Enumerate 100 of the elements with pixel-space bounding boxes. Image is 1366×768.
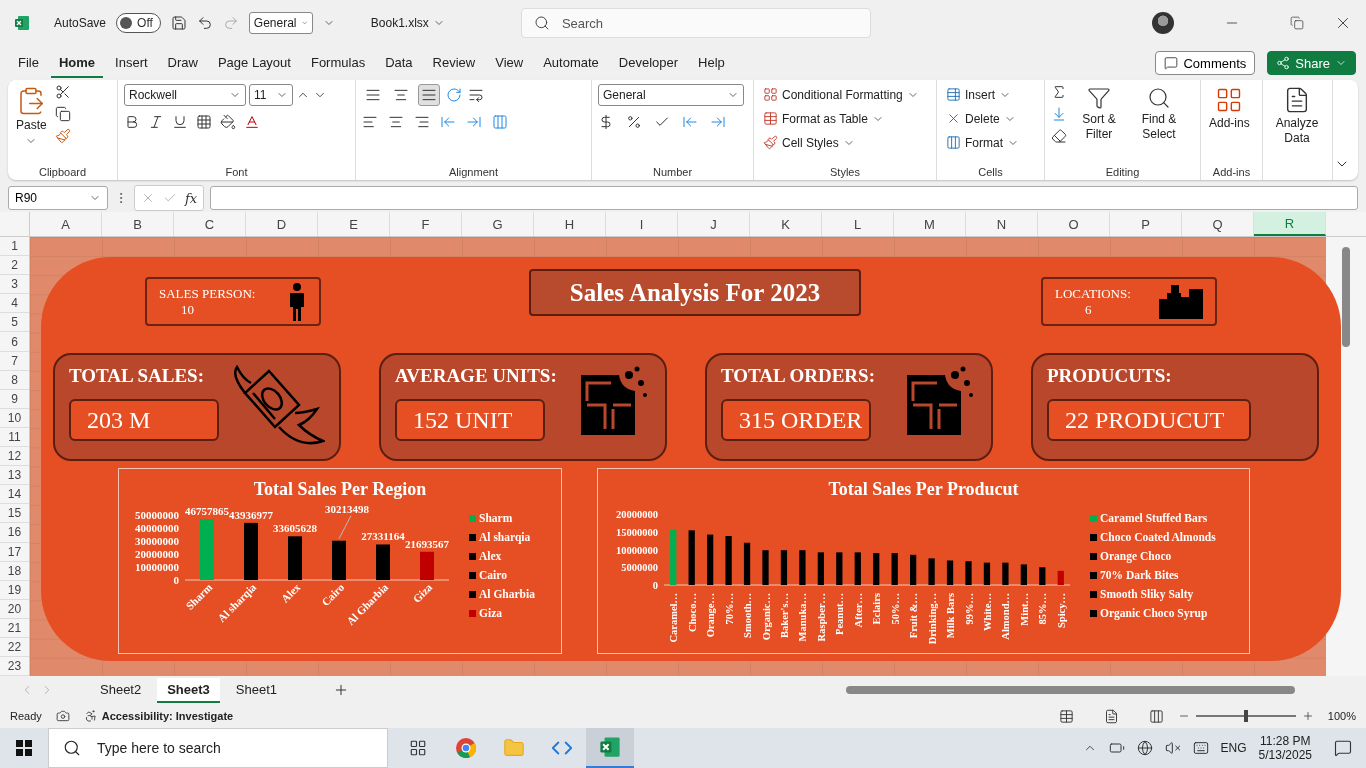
vertical-align-button[interactable] bbox=[418, 84, 440, 106]
normal-view-icon[interactable] bbox=[1058, 708, 1074, 724]
clock[interactable]: 11:28 PM 5/13/2025 bbox=[1258, 734, 1312, 762]
styles-menu-button[interactable]: Conditional Formatting bbox=[760, 84, 922, 105]
menu-tab[interactable]: Automate bbox=[535, 48, 607, 78]
task-view-icon[interactable] bbox=[409, 739, 427, 757]
cells-menu-button[interactable]: Format bbox=[943, 132, 1022, 153]
wrap-text-icon[interactable] bbox=[468, 87, 484, 103]
menu-tab[interactable]: Data bbox=[377, 48, 421, 78]
format-dropdown[interactable]: General bbox=[248, 12, 313, 34]
file-name-button[interactable]: Book1.xlsx bbox=[364, 15, 451, 31]
row-header[interactable]: 8 bbox=[0, 370, 29, 390]
format-painter-icon[interactable] bbox=[54, 128, 71, 144]
align-center-icon[interactable] bbox=[388, 114, 404, 130]
column-header[interactable]: P bbox=[1110, 212, 1182, 236]
currency-icon[interactable] bbox=[598, 114, 614, 130]
row-header[interactable]: 11 bbox=[0, 427, 29, 448]
row-header[interactable]: 3 bbox=[0, 275, 29, 295]
menu-tab[interactable]: Review bbox=[424, 48, 484, 78]
column-header[interactable]: E bbox=[318, 212, 390, 236]
font-size-dropdown[interactable]: 11 bbox=[249, 84, 293, 106]
font-name-dropdown[interactable]: Rockwell bbox=[124, 84, 246, 106]
language-indicator[interactable]: ENG bbox=[1220, 741, 1247, 755]
scissors-icon[interactable] bbox=[54, 84, 71, 100]
italic-icon[interactable] bbox=[148, 114, 164, 130]
row-header[interactable]: 13 bbox=[0, 466, 29, 486]
notifications-icon[interactable] bbox=[1334, 739, 1352, 757]
menu-tab[interactable]: Developer bbox=[610, 48, 687, 78]
add-ins-button[interactable]: Add-ins bbox=[1207, 84, 1252, 133]
page-break-icon[interactable] bbox=[1148, 708, 1164, 724]
keyboard-icon[interactable] bbox=[1192, 740, 1209, 756]
column-header[interactable]: D bbox=[246, 212, 318, 236]
row-header[interactable]: 9 bbox=[0, 389, 29, 409]
sheet-tab[interactable]: Sheet3 bbox=[157, 677, 220, 703]
analyze-data-button[interactable]: Analyze Data bbox=[1269, 84, 1325, 148]
taskbar-search-bar[interactable]: Type here to search bbox=[48, 728, 388, 768]
column-header[interactable]: G bbox=[462, 212, 534, 236]
column-header[interactable]: B bbox=[102, 212, 174, 236]
column-header[interactable]: N bbox=[966, 212, 1038, 236]
column-header[interactable]: K bbox=[750, 212, 822, 236]
taskbar-search-field[interactable]: Type here to search bbox=[95, 739, 373, 757]
row-header[interactable]: 15 bbox=[0, 504, 29, 524]
bold-icon[interactable] bbox=[124, 114, 140, 130]
font-color-icon[interactable] bbox=[244, 114, 260, 130]
row-header[interactable]: 19 bbox=[0, 580, 29, 600]
search-bar[interactable]: Search bbox=[520, 8, 871, 38]
merge-icon[interactable] bbox=[492, 114, 508, 130]
search-field[interactable]: Search bbox=[559, 14, 858, 32]
row-header[interactable]: 10 bbox=[0, 408, 29, 428]
menu-tab[interactable]: Page Layout bbox=[209, 48, 299, 78]
cells-menu-button[interactable]: Delete bbox=[943, 108, 1019, 129]
align-right-icon[interactable] bbox=[414, 114, 430, 130]
zoom-percent[interactable]: 100% bbox=[1327, 710, 1356, 722]
number-format-dropdown[interactable]: General bbox=[598, 84, 744, 106]
zoom-slider-thumb[interactable] bbox=[1243, 710, 1248, 722]
menu-tab[interactable]: Draw bbox=[159, 48, 206, 78]
column-header[interactable]: O bbox=[1038, 212, 1110, 236]
share-button[interactable]: Share bbox=[1267, 51, 1356, 75]
restore-icon[interactable] bbox=[1290, 16, 1304, 30]
column-header[interactable]: L bbox=[822, 212, 894, 236]
battery-icon[interactable] bbox=[1108, 740, 1125, 756]
zoom-in-icon[interactable] bbox=[1301, 710, 1314, 722]
row-header[interactable]: 14 bbox=[0, 485, 29, 505]
row-header[interactable]: 22 bbox=[0, 637, 29, 658]
styles-menu-button[interactable]: Cell Styles bbox=[760, 132, 858, 153]
browser-icon[interactable] bbox=[455, 737, 477, 759]
column-header[interactable]: F bbox=[390, 212, 462, 236]
name-box[interactable]: R90 bbox=[8, 186, 108, 210]
eraser-icon[interactable] bbox=[1051, 128, 1067, 144]
cells-menu-button[interactable]: Insert bbox=[943, 84, 1014, 105]
column-header[interactable]: J bbox=[678, 212, 750, 236]
column-header[interactable]: M bbox=[894, 212, 966, 236]
paste-button[interactable]: Paste bbox=[14, 84, 49, 149]
column-header[interactable]: A bbox=[30, 212, 102, 236]
comments-button[interactable]: Comments bbox=[1155, 51, 1256, 75]
volume-muted-icon[interactable] bbox=[1164, 740, 1181, 756]
menu-tab[interactable]: Help bbox=[690, 48, 733, 78]
autosum-icon[interactable] bbox=[1051, 84, 1067, 100]
autosave-toggle[interactable]: Off bbox=[116, 13, 161, 33]
percent-icon[interactable] bbox=[626, 114, 642, 130]
align-left-icon[interactable] bbox=[362, 114, 378, 130]
row-header[interactable]: 6 bbox=[0, 332, 29, 352]
row-header[interactable]: 18 bbox=[0, 561, 29, 581]
column-header[interactable]: I bbox=[606, 212, 678, 236]
borders-icon[interactable] bbox=[196, 114, 212, 130]
spreadsheet-app-icon[interactable] bbox=[599, 736, 621, 758]
row-header[interactable]: 21 bbox=[0, 618, 29, 638]
column-header[interactable]: C bbox=[174, 212, 246, 236]
orientation-icon[interactable] bbox=[446, 87, 462, 103]
menu-tab[interactable]: Formulas bbox=[302, 48, 374, 78]
accessibility-status[interactable]: Accessibility: Investigate bbox=[101, 710, 234, 722]
sheet-tab[interactable]: Sheet1 bbox=[225, 677, 288, 703]
insert-function-label[interactable]: fx bbox=[185, 190, 198, 206]
row-header[interactable]: 5 bbox=[0, 313, 29, 333]
sheet-tab[interactable]: Sheet2 bbox=[90, 677, 152, 703]
row-header[interactable]: 12 bbox=[0, 447, 29, 467]
row-header[interactable]: 1 bbox=[0, 237, 29, 257]
undo-icon[interactable] bbox=[196, 15, 213, 31]
row-header[interactable]: 16 bbox=[0, 523, 29, 543]
macro-icon[interactable] bbox=[55, 709, 70, 723]
